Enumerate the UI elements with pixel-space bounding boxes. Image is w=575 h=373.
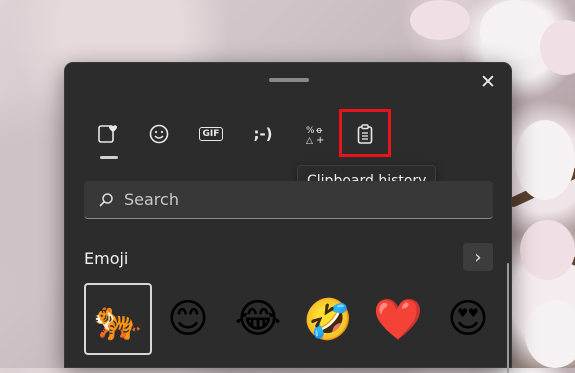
tab-gif[interactable]: GIF bbox=[189, 115, 233, 153]
section-title-emoji: Emoji bbox=[84, 249, 129, 268]
emoji-heart-eyes[interactable]: 😍 bbox=[434, 283, 502, 355]
active-tab-indicator bbox=[100, 156, 118, 159]
svg-text:+: + bbox=[316, 135, 324, 145]
emoji-panel: ✕ GIF ;-) % ꝋ △ + Search Emoji › 🐅 😊 😂 🤣… bbox=[64, 62, 512, 373]
close-icon: ✕ bbox=[480, 70, 496, 93]
scrollbar[interactable] bbox=[507, 263, 509, 373]
svg-text:△: △ bbox=[306, 136, 313, 145]
svg-text:%: % bbox=[306, 126, 315, 136]
emoji-tiger[interactable]: 🐅 bbox=[84, 283, 152, 355]
see-more-button[interactable]: › bbox=[463, 243, 493, 271]
clipboard-tab-highlight bbox=[339, 109, 391, 157]
chevron-right-icon: › bbox=[474, 246, 482, 268]
search-input[interactable] bbox=[124, 190, 364, 209]
emoji-red-heart[interactable]: ❤️ bbox=[364, 283, 432, 355]
smiley-icon bbox=[149, 124, 169, 144]
search-box[interactable] bbox=[84, 181, 493, 219]
tab-kaomoji[interactable]: ;-) bbox=[241, 115, 285, 153]
heart-card-icon bbox=[98, 125, 117, 143]
gif-label: GIF bbox=[202, 129, 220, 139]
emoji-tears-of-joy[interactable]: 😂 bbox=[224, 283, 292, 355]
search-icon bbox=[99, 192, 113, 207]
emoji-rolling-laughing[interactable]: 🤣 bbox=[294, 283, 362, 355]
tab-symbols[interactable]: % ꝋ △ + bbox=[293, 115, 337, 153]
emoji-smiling-face[interactable]: 😊 bbox=[154, 283, 222, 355]
drag-handle[interactable] bbox=[269, 78, 309, 82]
gif-icon: GIF bbox=[198, 127, 224, 141]
close-button[interactable]: ✕ bbox=[475, 69, 501, 95]
tab-emoji[interactable] bbox=[137, 115, 181, 153]
symbols-icon: % ꝋ △ + bbox=[306, 126, 324, 145]
tab-most-recently-used[interactable] bbox=[85, 115, 129, 159]
kaomoji-icon: ;-) bbox=[253, 125, 273, 143]
